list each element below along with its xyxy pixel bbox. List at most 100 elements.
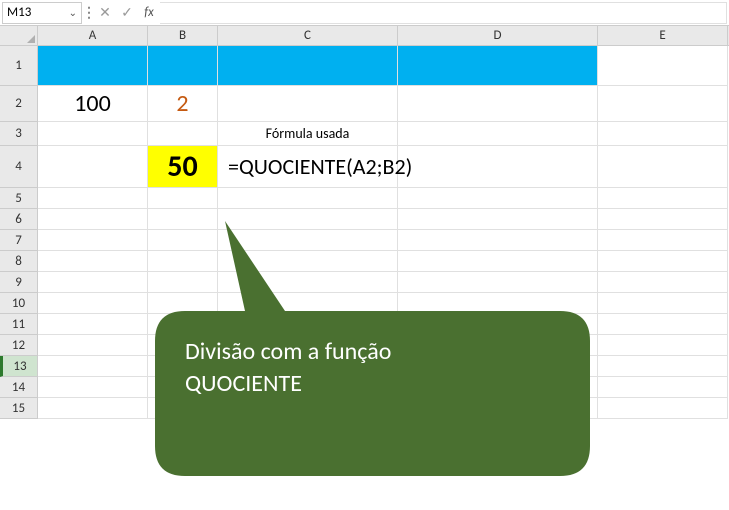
cell-a6[interactable]	[38, 209, 148, 230]
select-all-corner[interactable]	[0, 26, 38, 45]
col-header-d[interactable]: D	[398, 26, 598, 45]
chevron-down-icon[interactable]: ⌄	[69, 6, 77, 19]
cell-e8[interactable]	[598, 251, 728, 272]
col-header-a[interactable]: A	[38, 26, 148, 45]
cell-a7[interactable]	[38, 230, 148, 251]
cell-b13[interactable]	[148, 356, 218, 377]
cell-e5[interactable]	[598, 188, 728, 209]
cell-a13[interactable]	[38, 356, 148, 377]
cell-d8[interactable]	[398, 251, 598, 272]
cell-e2[interactable]	[598, 86, 728, 122]
cell-b15[interactable]	[148, 398, 218, 419]
row-header-1[interactable]: 1	[0, 46, 38, 86]
row-header-2[interactable]: 2	[0, 86, 38, 122]
cell-c12[interactable]	[218, 335, 398, 356]
cell-a14[interactable]	[38, 377, 148, 398]
cell-b7[interactable]	[148, 230, 218, 251]
cell-e6[interactable]	[598, 209, 728, 230]
cell-b11[interactable]	[148, 314, 218, 335]
cell-d15[interactable]	[398, 398, 598, 419]
cell-b12[interactable]	[148, 335, 218, 356]
cell-b8[interactable]	[148, 251, 218, 272]
row-header-14[interactable]: 14	[0, 377, 38, 398]
cell-d14[interactable]	[398, 377, 598, 398]
cell-a1[interactable]	[38, 46, 148, 86]
row-header-10[interactable]: 10	[0, 293, 38, 314]
cell-a5[interactable]	[38, 188, 148, 209]
col-header-b[interactable]: B	[148, 26, 218, 45]
col-header-e[interactable]: E	[598, 26, 728, 45]
cell-e7[interactable]	[598, 230, 728, 251]
col-header-c[interactable]: C	[218, 26, 398, 45]
cell-a11[interactable]	[38, 314, 148, 335]
cell-c11[interactable]	[218, 314, 398, 335]
cell-a3[interactable]	[38, 122, 148, 146]
cell-e14[interactable]	[598, 377, 728, 398]
cell-c4[interactable]: =QUOCIENTE(A2;B2)	[218, 146, 398, 188]
cell-c8[interactable]	[218, 251, 398, 272]
cell-a2[interactable]: 100	[38, 86, 148, 122]
cell-b3[interactable]	[148, 122, 218, 146]
cell-d6[interactable]	[398, 209, 598, 230]
row-header-7[interactable]: 7	[0, 230, 38, 251]
cell-a9[interactable]	[38, 272, 148, 293]
cell-c2[interactable]	[218, 86, 398, 122]
name-box[interactable]: M13 ⌄	[2, 2, 82, 24]
cell-e13[interactable]	[598, 356, 728, 377]
cell-d3[interactable]	[398, 122, 598, 146]
cell-e15[interactable]	[598, 398, 728, 419]
row-header-12[interactable]: 12	[0, 335, 38, 356]
row-header-5[interactable]: 5	[0, 188, 38, 209]
cell-e4[interactable]	[598, 146, 728, 188]
cell-b10[interactable]	[148, 293, 218, 314]
row-header-3[interactable]: 3	[0, 122, 38, 146]
cell-e12[interactable]	[598, 335, 728, 356]
cell-a8[interactable]	[38, 251, 148, 272]
cell-b6[interactable]	[148, 209, 218, 230]
cell-d9[interactable]	[398, 272, 598, 293]
cell-c3[interactable]: Fórmula usada	[218, 122, 398, 146]
cell-c1[interactable]	[218, 46, 398, 86]
cell-b4[interactable]: 50	[148, 146, 218, 188]
row-header-6[interactable]: 6	[0, 209, 38, 230]
row-header-4[interactable]: 4	[0, 146, 38, 188]
cell-c6[interactable]	[218, 209, 398, 230]
cell-e1[interactable]	[598, 46, 728, 86]
cell-c15[interactable]	[218, 398, 398, 419]
cell-d2[interactable]	[398, 86, 598, 122]
cell-b5[interactable]	[148, 188, 218, 209]
cell-c9[interactable]	[218, 272, 398, 293]
cell-d13[interactable]	[398, 356, 598, 377]
row-header-11[interactable]: 11	[0, 314, 38, 335]
cell-d12[interactable]	[398, 335, 598, 356]
row-header-8[interactable]: 8	[0, 251, 38, 272]
cell-d1[interactable]	[398, 46, 598, 86]
cell-d4[interactable]	[398, 146, 598, 188]
cell-e11[interactable]	[598, 314, 728, 335]
cell-b9[interactable]	[148, 272, 218, 293]
cell-e10[interactable]	[598, 293, 728, 314]
cell-d5[interactable]	[398, 188, 598, 209]
formula-input[interactable]	[160, 2, 727, 24]
enter-icon[interactable]: ✓	[116, 2, 138, 24]
row-header-9[interactable]: 9	[0, 272, 38, 293]
cell-d11[interactable]	[398, 314, 598, 335]
cell-a12[interactable]	[38, 335, 148, 356]
cancel-icon[interactable]: ✕	[94, 2, 116, 24]
cell-c13[interactable]	[218, 356, 398, 377]
cell-a4[interactable]	[38, 146, 148, 188]
cell-c5[interactable]	[218, 188, 398, 209]
cell-c14[interactable]	[218, 377, 398, 398]
cell-a10[interactable]	[38, 293, 148, 314]
cell-d7[interactable]	[398, 230, 598, 251]
cell-d10[interactable]	[398, 293, 598, 314]
fx-icon[interactable]: fx	[138, 2, 160, 24]
cell-b2[interactable]: 2	[148, 86, 218, 122]
cell-b14[interactable]	[148, 377, 218, 398]
cell-a15[interactable]	[38, 398, 148, 419]
row-header-13[interactable]: 13	[0, 356, 38, 377]
cell-c10[interactable]	[218, 293, 398, 314]
row-header-15[interactable]: 15	[0, 398, 38, 419]
cell-e3[interactable]	[598, 122, 728, 146]
cell-b1[interactable]	[148, 46, 218, 86]
